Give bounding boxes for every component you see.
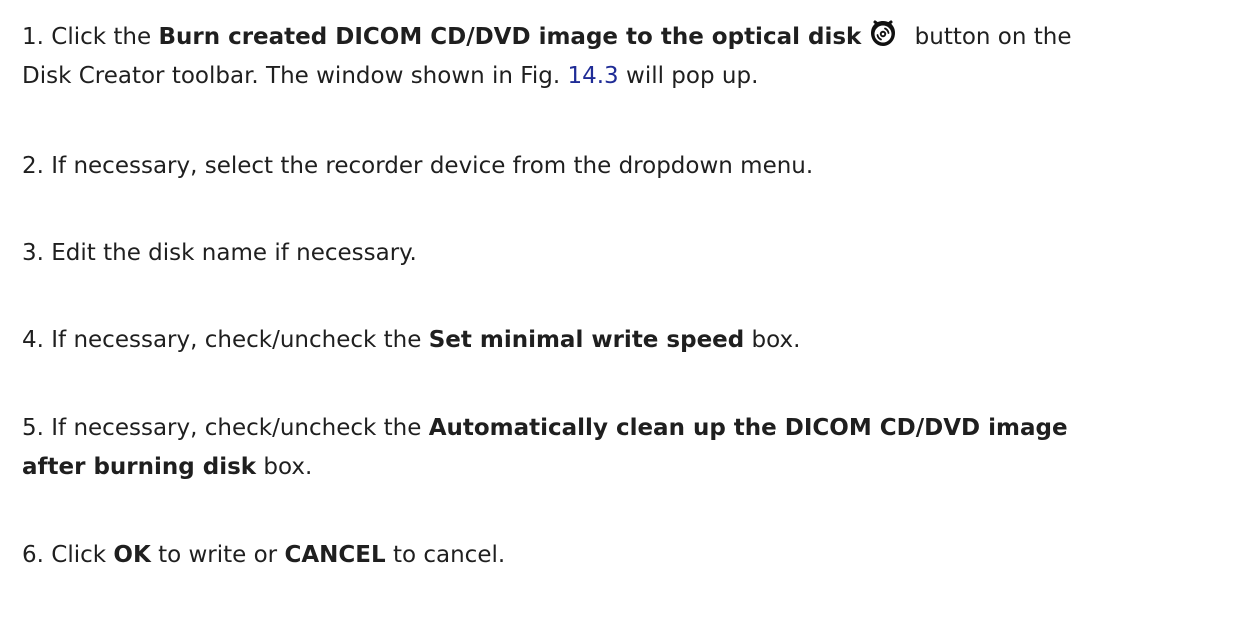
step-1: 1. Click the Burn created DICOM CD/DVD i… [22, 17, 1254, 57]
step-5-continued: after burning disk box. [22, 447, 1254, 487]
button-name: Burn created DICOM CD/DVD image to the o… [158, 24, 862, 50]
step-number: 5. [22, 415, 44, 441]
step-text: button on the [907, 24, 1072, 50]
step-text: Click [51, 542, 114, 568]
step-number: 2. [22, 153, 44, 179]
option-name: Automatically clean up the DICOM CD/DVD … [428, 415, 1068, 441]
burn-disc-icon [871, 20, 896, 46]
step-text: will pop up. [618, 63, 759, 89]
step-6: 6. Click OK to write or CANCEL to cancel… [22, 535, 1254, 575]
option-name: Set minimal write speed [428, 327, 745, 353]
step-text: to cancel. [385, 542, 506, 568]
step-number: 4. [22, 327, 44, 353]
step-4: 4. If necessary, check/uncheck the Set m… [22, 320, 1254, 360]
step-text: If necessary, check/uncheck the [51, 415, 429, 441]
option-name: after burning disk [22, 454, 257, 480]
step-3: 3. Edit the disk name if necessary. [22, 233, 1254, 273]
step-text: Edit the disk name if necessary. [51, 240, 417, 266]
step-1-continued: Disk Creator toolbar. The window shown i… [22, 56, 1254, 96]
ok-label: OK [113, 542, 151, 568]
step-text: to write or [150, 542, 285, 568]
step-2: 2. If necessary, select the recorder dev… [22, 146, 1254, 186]
step-text: If necessary, check/uncheck the [51, 327, 429, 353]
step-text: If necessary, select the recorder device… [51, 153, 814, 179]
step-text: box. [256, 454, 313, 480]
step-text: Disk Creator toolbar. The window shown i… [22, 63, 568, 89]
step-text: Click the [51, 24, 159, 50]
cancel-label: CANCEL [284, 542, 386, 568]
step-5: 5. If necessary, check/uncheck the Autom… [22, 408, 1254, 448]
step-number: 1. [22, 24, 44, 50]
step-text: box. [744, 327, 801, 353]
step-number: 3. [22, 240, 44, 266]
figure-link[interactable]: 14.3 [567, 63, 618, 89]
step-number: 6. [22, 542, 44, 568]
